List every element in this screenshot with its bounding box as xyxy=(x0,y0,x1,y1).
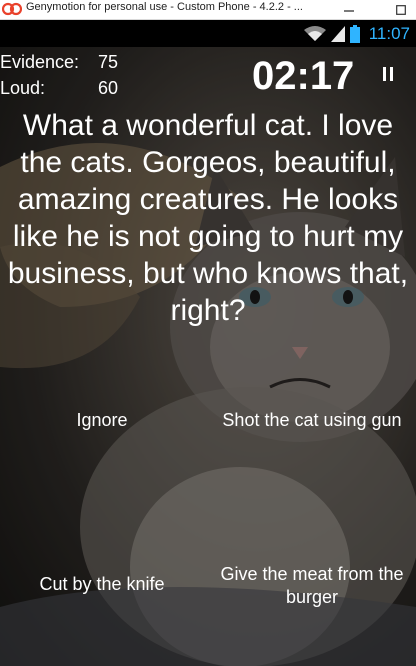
choice-knife-button[interactable]: Cut by the knife xyxy=(22,573,182,596)
status-time: 11:07 xyxy=(368,24,410,43)
minimize-button[interactable] xyxy=(338,0,360,20)
maximize-button[interactable] xyxy=(390,0,412,20)
game-screen: Evidence: 75 Loud: 60 02:17 What a wonde… xyxy=(0,47,416,666)
battery-icon xyxy=(349,25,360,43)
evidence-label: Evidence: xyxy=(0,52,80,72)
story-text: What a wonderful cat. I love the cats. G… xyxy=(7,109,409,327)
signal-icon xyxy=(330,26,345,42)
status-bar: 11:07 xyxy=(0,20,416,47)
loud-stat: Loud: 60 xyxy=(0,77,140,99)
genymotion-logo-icon xyxy=(2,2,22,16)
wifi-icon xyxy=(303,26,326,41)
pause-button[interactable] xyxy=(380,65,396,85)
minimize-icon xyxy=(344,10,354,12)
evidence-stat: Evidence: 75 xyxy=(0,51,140,73)
loud-value: 60 xyxy=(98,78,119,98)
maximize-icon xyxy=(396,5,406,15)
countdown-timer: 02:17 xyxy=(252,54,355,98)
choice-meat-button[interactable]: Give the meat from the burger xyxy=(208,563,416,609)
window-title-bar: Genymotion for personal use - Custom Pho… xyxy=(0,0,416,20)
evidence-value: 75 xyxy=(98,52,119,72)
window-title: Genymotion for personal use - Custom Pho… xyxy=(26,1,303,13)
choice-ignore-button[interactable]: Ignore xyxy=(40,409,164,432)
loud-label: Loud: xyxy=(0,78,46,98)
choice-shoot-button[interactable]: Shot the cat using gun xyxy=(208,409,416,432)
